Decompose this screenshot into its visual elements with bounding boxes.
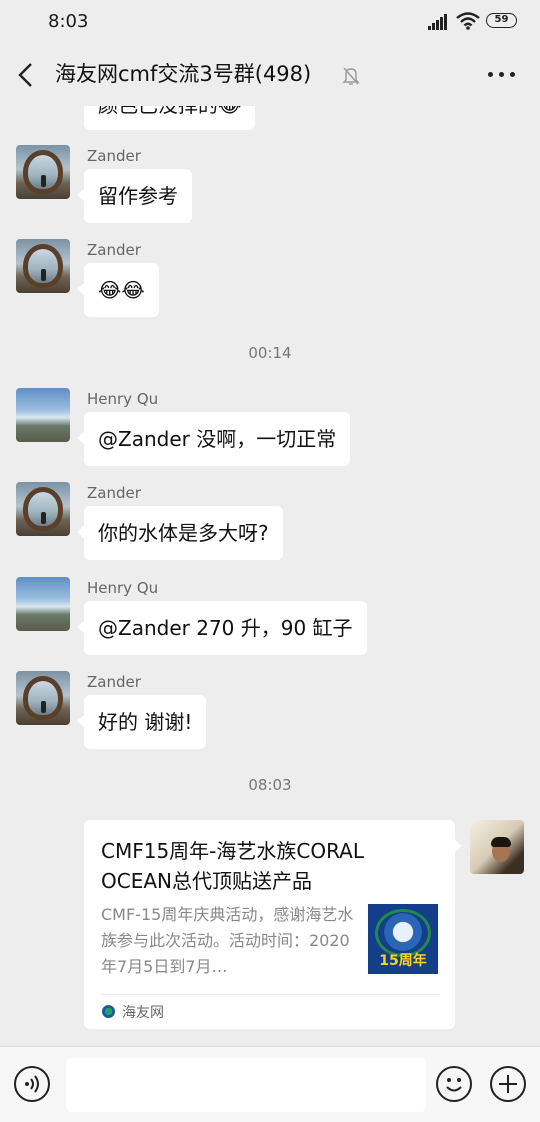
link-card-description: CMF-15周年庆典活动，感谢海艺水族参与此次活动。活动时间：2020年7月5日… xyxy=(101,905,354,976)
link-card[interactable]: CMF15周年-海艺水族CORAL OCEAN总代顶贴送产品 CMF-15周年庆… xyxy=(84,820,462,1029)
link-card-title: CMF15周年-海艺水族CORAL OCEAN总代顶贴送产品 xyxy=(101,839,365,893)
chat-title: 海友网cmf交流3号群(498) xyxy=(55,62,312,86)
sender-name: Zander xyxy=(87,147,141,165)
avatar-henry-qu[interactable] xyxy=(16,577,70,631)
avatar-zander[interactable] xyxy=(16,239,70,293)
thumbnail-label: 15周年 xyxy=(379,953,427,969)
timestamp: 08:03 xyxy=(248,776,292,794)
link-card-source: 海友网 xyxy=(122,1005,164,1021)
message-bubble[interactable]: 颜色已没择的😂 xyxy=(84,106,256,130)
voice-input-icon[interactable] xyxy=(14,1066,50,1102)
sender-name: Henry Qu xyxy=(87,579,159,597)
message-text: 好的 谢谢! xyxy=(98,710,193,734)
message-bubble[interactable]: @Zander 270 升，90 缸子 xyxy=(77,601,367,655)
avatar-zander[interactable] xyxy=(16,145,70,199)
mute-bell-icon xyxy=(342,67,360,85)
message-text: 😂😂 xyxy=(98,278,145,302)
input-bar xyxy=(0,1046,540,1122)
battery-level: 59 xyxy=(494,14,509,25)
source-logo-icon xyxy=(102,1005,115,1018)
message-bubble[interactable]: 😂😂 xyxy=(77,263,159,317)
signal-icon xyxy=(428,14,450,30)
message-bubble[interactable]: 你的水体是多大呀? xyxy=(77,506,283,560)
plus-icon[interactable] xyxy=(490,1066,526,1102)
emoji-icon[interactable] xyxy=(436,1066,472,1102)
message-text: @Zander 没啊，一切正常 xyxy=(98,427,337,451)
message-bubble[interactable]: 留作参考 xyxy=(77,169,192,223)
avatar-zander[interactable] xyxy=(16,671,70,725)
more-options-icon[interactable] xyxy=(488,72,516,78)
wifi-icon xyxy=(456,12,480,30)
chat-header: 海友网cmf交流3号群(498) xyxy=(0,44,540,106)
back-arrow-icon[interactable] xyxy=(14,62,38,88)
timestamp: 00:14 xyxy=(248,344,292,362)
status-bar: 8:03 59 xyxy=(0,0,540,44)
message-text: @Zander 270 升，90 缸子 xyxy=(98,616,353,640)
message-bubble[interactable]: @Zander 没啊，一切正常 xyxy=(76,412,351,466)
chat-message-list[interactable]: 颜色已没择的😂 Zander 留作参考 Zander 😂😂 00:14 Henr… xyxy=(0,106,540,1046)
sender-name: Zander xyxy=(87,673,141,691)
battery-icon: 59 xyxy=(486,13,517,28)
avatar-zander[interactable] xyxy=(16,482,70,536)
link-card-thumbnail: 15周年 xyxy=(368,904,438,974)
sender-name: Henry Qu xyxy=(87,390,159,408)
sender-name: Zander xyxy=(87,484,141,502)
sender-name: Zander xyxy=(87,241,141,259)
message-text: 留作参考 xyxy=(98,184,178,208)
message-input[interactable] xyxy=(66,1058,426,1112)
message-bubble[interactable]: 好的 谢谢! xyxy=(76,695,207,749)
status-time: 8:03 xyxy=(48,11,89,32)
message-text: 颜色已没择的😂 xyxy=(98,106,241,117)
avatar-henry-qu[interactable] xyxy=(16,388,70,442)
avatar-self[interactable] xyxy=(470,820,524,874)
divider xyxy=(101,994,440,995)
message-text: 你的水体是多大呀? xyxy=(98,521,269,545)
